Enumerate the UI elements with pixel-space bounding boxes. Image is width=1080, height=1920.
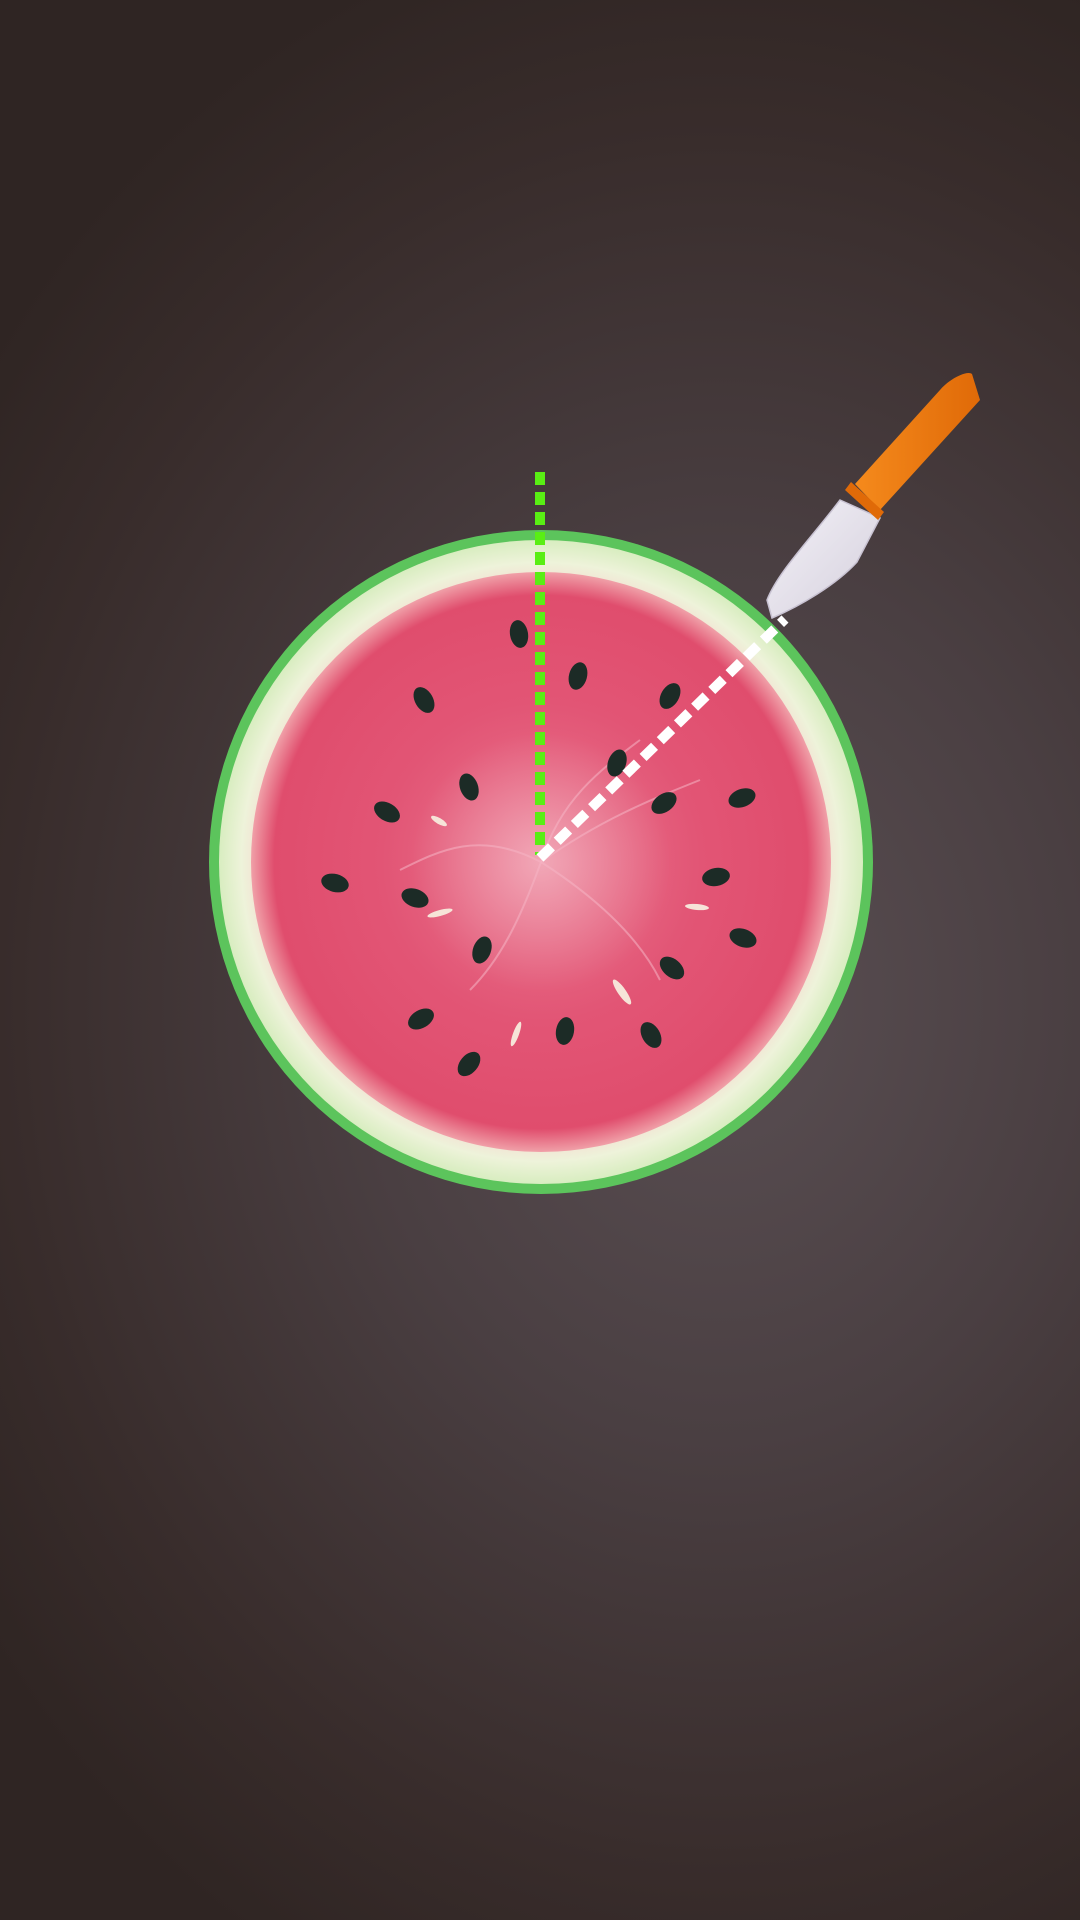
knife-blade [766, 499, 882, 620]
knife-icon[interactable] [766, 372, 980, 620]
game-stage[interactable] [0, 0, 1080, 1920]
game-canvas [209, 372, 980, 1194]
knife-handle [855, 372, 980, 510]
